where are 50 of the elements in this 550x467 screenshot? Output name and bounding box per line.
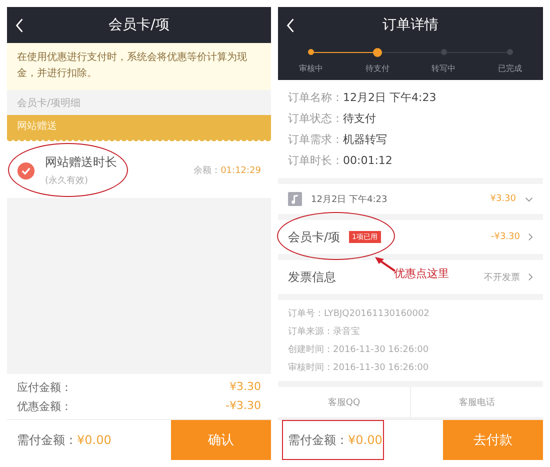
info-value: 12月2日 下午4:23 xyxy=(343,91,436,104)
info-label: 订单状态： xyxy=(288,112,343,125)
checkbox[interactable] xyxy=(17,162,35,180)
group-header: 网站赠送 xyxy=(7,115,271,138)
info-value: 00:01:12 xyxy=(343,154,392,167)
info-value: 待支付 xyxy=(343,112,376,125)
step-label: 已完成 xyxy=(498,63,522,74)
due-amount: ¥0.00 xyxy=(77,433,112,447)
step-label: 转写中 xyxy=(432,63,456,74)
summary-value: ¥3.30 xyxy=(230,380,261,395)
music-note-icon xyxy=(288,192,302,206)
row-label: 会员卡/项 xyxy=(288,228,340,246)
due-label: 需付金额： xyxy=(288,432,348,448)
annotation-text: 优惠点这里 xyxy=(394,266,449,281)
chevron-right-icon xyxy=(528,273,533,281)
detail-text: 审核时间：2016-11-30 16:26:00 xyxy=(288,362,430,374)
membership-item[interactable]: 网站赠送时长 (永久有效) 余额：01:12:29 xyxy=(7,143,271,198)
summary-label: 应付金额： xyxy=(17,380,72,395)
invoice-value: 不开发票 xyxy=(484,272,520,284)
info-value: 机器转写 xyxy=(343,133,387,146)
audio-row[interactable]: 12月2日 下午4:23 ¥3.30 xyxy=(278,184,543,214)
detail-text: 创建时间：2016-11-30 16:26:00 xyxy=(288,344,430,356)
due-amount: ¥0.00 xyxy=(348,433,382,447)
annotation-arrow xyxy=(374,256,396,272)
audio-title: 12月2日 下午4:23 xyxy=(311,194,388,206)
summary-label: 优惠金额： xyxy=(17,399,72,414)
chevron-right-icon xyxy=(528,233,533,241)
info-label: 订单名称： xyxy=(288,91,343,104)
row-label: 发票信息 xyxy=(288,268,336,286)
balance-value: 01:12:29 xyxy=(220,166,261,176)
summary-value: -¥3.30 xyxy=(226,399,261,414)
screen-title: 会员卡/项 xyxy=(108,16,170,34)
info-label: 订单时长： xyxy=(288,154,343,167)
back-icon[interactable] xyxy=(286,18,295,32)
item-name: 网站赠送时长 xyxy=(45,154,118,171)
detail-text: 订单来源：录音宝 xyxy=(288,326,361,338)
chevron-down-icon xyxy=(525,196,533,202)
due-label: 需付金额： xyxy=(17,432,77,448)
back-icon[interactable] xyxy=(15,18,24,32)
step-label: 待支付 xyxy=(365,63,390,74)
audio-price: ¥3.30 xyxy=(490,194,516,204)
section-label: 会员卡/项明细 xyxy=(17,96,80,110)
balance-label: 余额： xyxy=(194,164,221,177)
info-label: 订单需求： xyxy=(288,133,343,146)
screen-title: 订单详情 xyxy=(382,16,440,34)
detail-text: 订单号：LYBJQ20161130160002 xyxy=(288,308,430,320)
discount-value: -¥3.30 xyxy=(490,232,520,242)
step-label: 审核中 xyxy=(299,63,324,74)
item-note: (永久有效) xyxy=(45,174,90,187)
notice-text: 在使用优惠进行支付时，系统会将优惠等价计算为现金，并进行扣除。 xyxy=(7,43,271,90)
